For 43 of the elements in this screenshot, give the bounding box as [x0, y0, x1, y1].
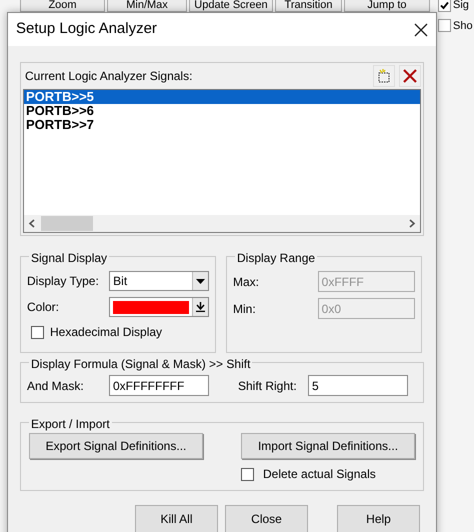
checkbox[interactable]: [241, 468, 254, 480]
max-label: Max:: [233, 274, 260, 290]
color-label: Color:: [27, 299, 60, 316]
dialog-button[interactable]: Kill All: [135, 505, 218, 532]
checkbox-label: Sho: [453, 18, 473, 34]
new-item-icon: [377, 69, 391, 83]
checkbox[interactable]: [31, 326, 44, 338]
signal-list-item[interactable]: PORTB>>5: [24, 90, 420, 104]
shift-right-label: Shift Right:: [238, 378, 298, 394]
toolbar-button[interactable]: Min/Max: [107, 0, 187, 12]
checkbox-label: Sig: [453, 0, 469, 13]
dropdown-arrow-icon: [196, 278, 205, 284]
new-signal-button[interactable]: [373, 65, 395, 87]
delete-signals-label: Delete actual Signals: [263, 466, 376, 483]
display-type-label: Display Type:: [27, 273, 100, 290]
dialog-button[interactable]: Help: [337, 505, 420, 532]
dialog-button[interactable]: Close: [225, 505, 308, 532]
window-title: Setup Logic Analyzer: [16, 19, 157, 40]
signal-list-item[interactable]: PORTB>>7: [24, 118, 420, 132]
checkmark-icon: [440, 0, 449, 10]
delete-icon: [402, 68, 418, 84]
toolbar-button[interactable]: Zoom: [20, 0, 105, 12]
toolbar-button[interactable]: Update Screen: [189, 0, 273, 12]
scrollbar-thumb[interactable]: [41, 216, 93, 231]
color-picker[interactable]: [109, 297, 209, 317]
checkbox[interactable]: [438, 0, 451, 12]
delete-signal-button[interactable]: [399, 65, 421, 87]
signals-label: Current Logic Analyzer Signals:: [25, 68, 192, 85]
and-mask-field[interactable]: 0xFFFFFFFF: [109, 375, 209, 396]
checkbox[interactable]: [438, 19, 451, 32]
hexadecimal-label: Hexadecimal Display: [50, 324, 162, 341]
definitions-button[interactable]: Export Signal Definitions...: [29, 433, 203, 459]
signal-list-item[interactable]: PORTB>>6: [24, 104, 420, 118]
down-arrow-icon: [196, 302, 205, 312]
close-icon[interactable]: [414, 22, 428, 36]
horizontal-scrollbar[interactable]: [24, 215, 420, 232]
toolbar-button[interactable]: Jump to: [344, 0, 430, 12]
min-label: Min:: [233, 300, 257, 318]
definitions-button[interactable]: Import Signal Definitions...: [241, 433, 415, 459]
display-type-dropdown[interactable]: Bit: [109, 271, 209, 291]
toolbar-button[interactable]: Transition: [275, 0, 342, 12]
and-mask-label: And Mask:: [27, 378, 85, 394]
shift-right-field[interactable]: 5: [308, 375, 408, 396]
